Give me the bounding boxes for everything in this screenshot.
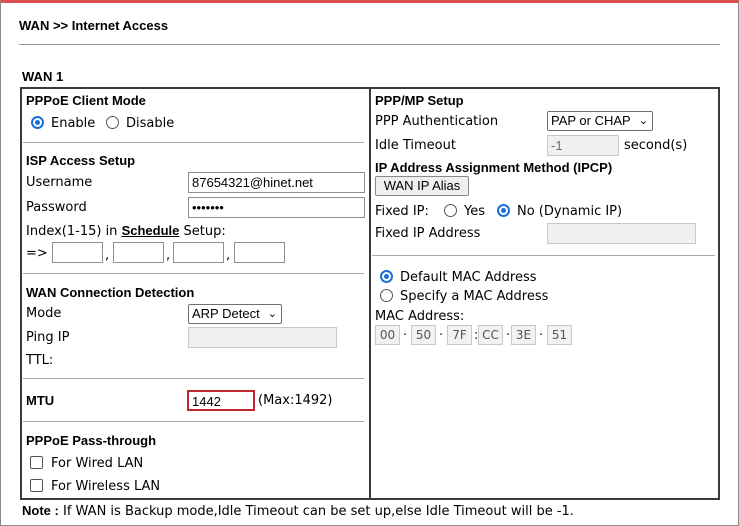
fixed-ip-no-label[interactable]: No (Dynamic IP) [517,204,622,219]
username-input[interactable]: 87654321@hinet.net [188,172,365,193]
pppoe-enable-radio[interactable] [31,116,44,129]
comma: , [105,248,110,263]
separator [23,378,364,379]
idle-timeout-unit: second(s) [624,138,688,153]
idle-timeout-label: Idle Timeout [375,138,456,153]
column-divider [369,87,371,500]
ppp-title: PPP/MP Setup [375,93,464,108]
pppoe-title: PPPoE Client Mode [26,93,146,108]
schedule-index-1-input[interactable] [52,242,103,263]
mac-separator: · [506,328,511,343]
mode-value: ARP Detect [192,306,260,321]
specify-mac-radio[interactable] [380,289,393,302]
wired-lan-label[interactable]: For Wired LAN [51,456,143,471]
index-prefix: Index(1-15) in [26,224,118,239]
ping-ip-input[interactable] [188,327,337,348]
password-input[interactable]: ••••••• [188,197,365,218]
separator [23,273,364,274]
wan-ip-alias-button[interactable]: WAN IP Alias [375,176,469,196]
chevron-down-icon: ⌄ [638,115,648,127]
note-label: Note : [22,503,59,518]
index-suffix: Setup: [183,224,226,239]
mac-octet-3[interactable]: 7F [447,325,472,345]
ttl-label: TTL: [26,353,54,368]
separator [372,255,715,256]
schedule-arrow: => [26,246,48,261]
mac-octet-6[interactable]: 51 [547,325,572,345]
fixed-ip-no-radio[interactable] [497,204,510,217]
ppp-auth-select[interactable]: PAP or CHAP ⌄ [547,111,653,131]
specify-mac-label[interactable]: Specify a MAC Address [400,289,548,304]
mac-separator: · [439,328,444,343]
ping-ip-label: Ping IP [26,330,70,345]
schedule-index-4-input[interactable] [234,242,285,263]
detection-title: WAN Connection Detection [26,285,195,300]
header-divider [19,44,720,45]
schedule-index-2-input[interactable] [113,242,164,263]
separator [23,142,364,143]
note: Note : If WAN is Backup mode,Idle Timeou… [22,503,574,519]
default-mac-radio[interactable] [380,270,393,283]
comma: , [226,248,231,263]
ppp-auth-value: PAP or CHAP [551,113,631,128]
breadcrumb: WAN >> Internet Access [19,18,169,33]
pppoe-disable-label[interactable]: Disable [126,116,174,131]
default-mac-label[interactable]: Default MAC Address [400,270,537,285]
mac-octet-2[interactable]: 50 [411,325,436,345]
schedule-index-text: Index(1-15) in Schedule Setup: [26,223,226,239]
mac-separator: · [403,328,408,343]
section-title: WAN 1 [22,69,64,84]
mac-octet-5[interactable]: 3E [511,325,536,345]
idle-timeout-input[interactable]: -1 [547,135,619,156]
mtu-max-text: (Max:1492) [258,393,333,408]
mac-separator: · [539,328,544,343]
password-label: Password [26,200,87,215]
passthrough-title: PPPoE Pass-through [26,433,157,448]
fixed-ip-yes-label[interactable]: Yes [464,204,485,219]
mtu-input[interactable]: 1442 [187,390,255,411]
mac-octet-4[interactable]: CC [478,325,503,345]
wireless-lan-label[interactable]: For Wireless LAN [51,479,160,494]
mac-octet-1[interactable]: 00 [375,325,400,345]
fixed-ip-address-input[interactable] [547,223,696,244]
ppp-auth-label: PPP Authentication [375,114,499,129]
schedule-index-3-input[interactable] [173,242,224,263]
separator [23,421,364,422]
ipcp-title: IP Address Assignment Method (IPCP) [375,160,613,175]
mac-address-label: MAC Address: [375,309,465,324]
username-label: Username [26,175,93,190]
wireless-lan-checkbox[interactable] [30,479,43,492]
mode-label: Mode [26,306,62,321]
comma: , [166,248,171,263]
chevron-down-icon: ⌄ [267,308,277,320]
mode-select[interactable]: ARP Detect ⌄ [188,304,282,324]
mtu-label: MTU [26,393,55,408]
pppoe-enable-label[interactable]: Enable [51,116,95,131]
note-text: If WAN is Backup mode,Idle Timeout can b… [62,504,574,519]
isp-title: ISP Access Setup [26,153,136,168]
schedule-link[interactable]: Schedule [122,223,180,238]
fixed-ip-yes-radio[interactable] [444,204,457,217]
fixed-ip-address-label: Fixed IP Address [375,226,481,241]
wired-lan-checkbox[interactable] [30,456,43,469]
fixed-ip-label: Fixed IP: [375,204,429,219]
pppoe-disable-radio[interactable] [106,116,119,129]
